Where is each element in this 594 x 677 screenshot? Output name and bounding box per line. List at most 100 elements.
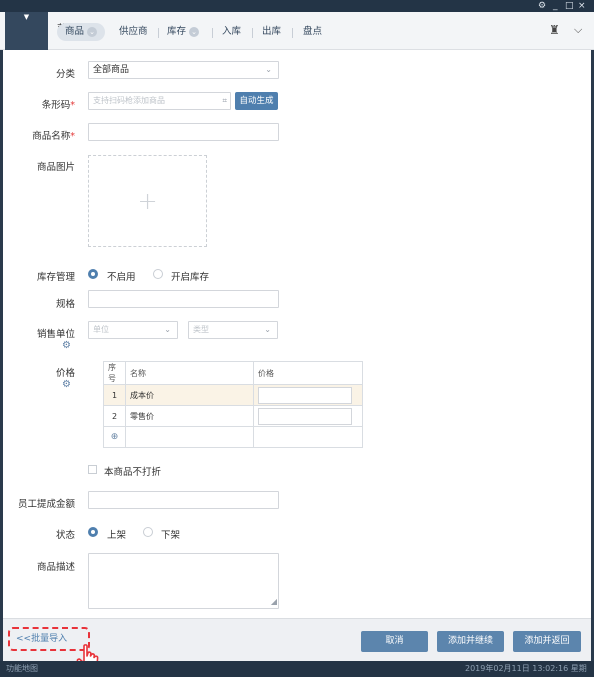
table-row: 2 零售价 — [103, 405, 363, 427]
add-row-cell: ⊕ — [103, 426, 126, 448]
chevron-down-icon[interactable]: ⌵ — [574, 23, 582, 37]
description-textarea[interactable]: ◢ — [88, 553, 279, 609]
chevron-down-icon: ⌄ — [87, 26, 98, 37]
tab-label: 商品 — [65, 26, 85, 37]
category-select[interactable]: 全部商品 ⌄ — [88, 61, 279, 79]
nav-divider — [252, 28, 253, 38]
no-discount-label: 本商品不打折 — [104, 467, 162, 478]
minimize-button[interactable]: _ — [553, 0, 558, 12]
status-on-radio[interactable] — [88, 527, 98, 537]
tab-stock-out[interactable]: 出库 — [262, 23, 281, 41]
row-name: 成本价 — [125, 384, 254, 406]
status-off-radio[interactable] — [143, 527, 153, 537]
tab-stock-in[interactable]: 入库 — [222, 23, 241, 41]
row-price-cell — [253, 384, 363, 406]
chevron-down-icon: ⌄ — [189, 26, 200, 37]
type-placeholder: 类型 — [193, 325, 209, 334]
price-table: 序号 名称 价格 1 成本价 2 零售价 ⊕ — [103, 361, 363, 448]
col-name: 名称 — [125, 361, 254, 385]
datetime-display: 2019年02月11日 13:02:16 星期一 — [465, 664, 587, 673]
product-name-input[interactable] — [88, 123, 279, 141]
gear-icon[interactable]: ⚙ — [62, 340, 71, 351]
status-bar: 功能地图 2019年02月11日 13:02:16 星期一 — [0, 661, 594, 677]
top-nav: 菜单 ▼ 商品⌄ 供应商 库存⌄ 入库 出库 盘点 ♜ ⌵ — [0, 12, 594, 50]
empty-cell — [253, 426, 363, 448]
unit-select[interactable]: 单位 ⌄ — [88, 321, 178, 339]
stock-enable-radio[interactable] — [153, 269, 163, 279]
retail-price-input[interactable] — [258, 407, 352, 425]
row-no: 1 — [103, 384, 126, 406]
menu-button[interactable]: 菜单 ▼ — [5, 12, 77, 50]
chevron-down-icon: ⌄ — [164, 325, 171, 334]
nav-divider — [212, 28, 213, 38]
table-row: ⊕ — [103, 426, 363, 448]
no-discount-checkbox[interactable] — [88, 465, 97, 474]
plus-icon: + — [137, 187, 158, 215]
stock-mgmt-label: 库存管理 — [36, 272, 75, 283]
product-image-label: 商品图片 — [36, 162, 75, 173]
gear-icon[interactable]: ⚙ — [62, 379, 71, 390]
row-no: 2 — [103, 405, 126, 427]
sales-unit-label: 销售单位 — [36, 329, 75, 340]
gear-icon[interactable]: ⚙ — [538, 0, 546, 12]
add-row-icon[interactable]: ⊕ — [111, 432, 119, 442]
scan-icon[interactable]: ⌗ — [222, 93, 227, 109]
status-label: 状态 — [55, 530, 75, 541]
close-button[interactable]: × — [578, 0, 586, 12]
col-price: 价格 — [253, 361, 363, 385]
commission-label: 员工提成金额 — [17, 499, 75, 510]
feature-map-link[interactable]: 功能地图 — [6, 661, 38, 677]
description-label: 商品描述 — [36, 562, 75, 573]
type-select[interactable]: 类型 ⌄ — [188, 321, 278, 339]
status-off-label: 下架 — [161, 530, 181, 541]
tab-label: 出库 — [262, 26, 282, 37]
tab-goods[interactable]: 商品 ⌄ — [57, 23, 106, 41]
status-on-label: 上架 — [107, 530, 127, 541]
barcode-label: 条形码* — [3, 97, 75, 111]
nav-divider — [292, 28, 293, 38]
barcode-input[interactable]: 支持扫码枪添加商品 ⌗ — [88, 92, 231, 110]
unit-placeholder: 单位 — [93, 325, 109, 334]
price-label: 价格 — [55, 368, 75, 379]
tab-label: 供应商 — [119, 26, 148, 37]
tab-inventory[interactable]: 库存 ⌄ — [167, 23, 200, 41]
chevron-down-icon: ⌄ — [264, 325, 271, 334]
nav-divider — [158, 28, 159, 38]
tab-label: 入库 — [222, 26, 242, 37]
add-product-form: 分类 全部商品 ⌄ 条形码* 支持扫码枪添加商品 ⌗ 自动生成 商品名称* 商品… — [3, 50, 591, 618]
title-bar: ⚙ _ □ × — [0, 0, 594, 12]
barcode-label-text: 条形码 — [41, 100, 71, 111]
col-no: 序号 — [103, 361, 126, 385]
spec-input[interactable] — [88, 290, 279, 308]
commission-input[interactable] — [88, 491, 279, 509]
stock-disable-radio[interactable] — [88, 269, 98, 279]
row-price-cell — [253, 405, 363, 427]
tab-label: 盘点 — [303, 26, 323, 37]
row-name: 零售价 — [125, 405, 254, 427]
auto-generate-button[interactable]: 自动生成 — [235, 92, 278, 110]
price-table-header: 序号 名称 价格 — [103, 361, 363, 385]
spec-label: 规格 — [55, 299, 75, 310]
image-upload-box[interactable]: + — [88, 155, 207, 247]
maximize-button[interactable]: □ — [565, 0, 574, 12]
stock-enable-label: 开启库存 — [171, 272, 210, 283]
tab-supplier[interactable]: 供应商 — [119, 23, 148, 41]
stock-disable-label: 不启用 — [107, 272, 136, 283]
save-continue-button[interactable]: 添加并继续 — [437, 631, 504, 652]
product-name-label: 商品名称* — [3, 128, 75, 142]
empty-cell — [125, 426, 254, 448]
table-row: 1 成本价 — [103, 384, 363, 406]
required-mark: * — [70, 131, 75, 142]
save-return-button[interactable]: 添加并返回 — [513, 631, 581, 652]
tab-label: 库存 — [167, 26, 187, 37]
barcode-placeholder: 支持扫码枪添加商品 — [93, 96, 165, 105]
category-value: 全部商品 — [93, 65, 130, 75]
chevron-down-icon: ⌄ — [265, 65, 272, 74]
cancel-button[interactable]: 取消 — [361, 631, 428, 652]
tab-stocktake[interactable]: 盘点 — [303, 23, 322, 41]
resize-handle-icon[interactable]: ◢ — [271, 594, 277, 610]
cost-price-input[interactable] — [258, 386, 352, 404]
category-label: 分类 — [55, 69, 75, 80]
required-mark: * — [70, 100, 75, 111]
shop-icon[interactable]: ♜ — [549, 23, 560, 37]
